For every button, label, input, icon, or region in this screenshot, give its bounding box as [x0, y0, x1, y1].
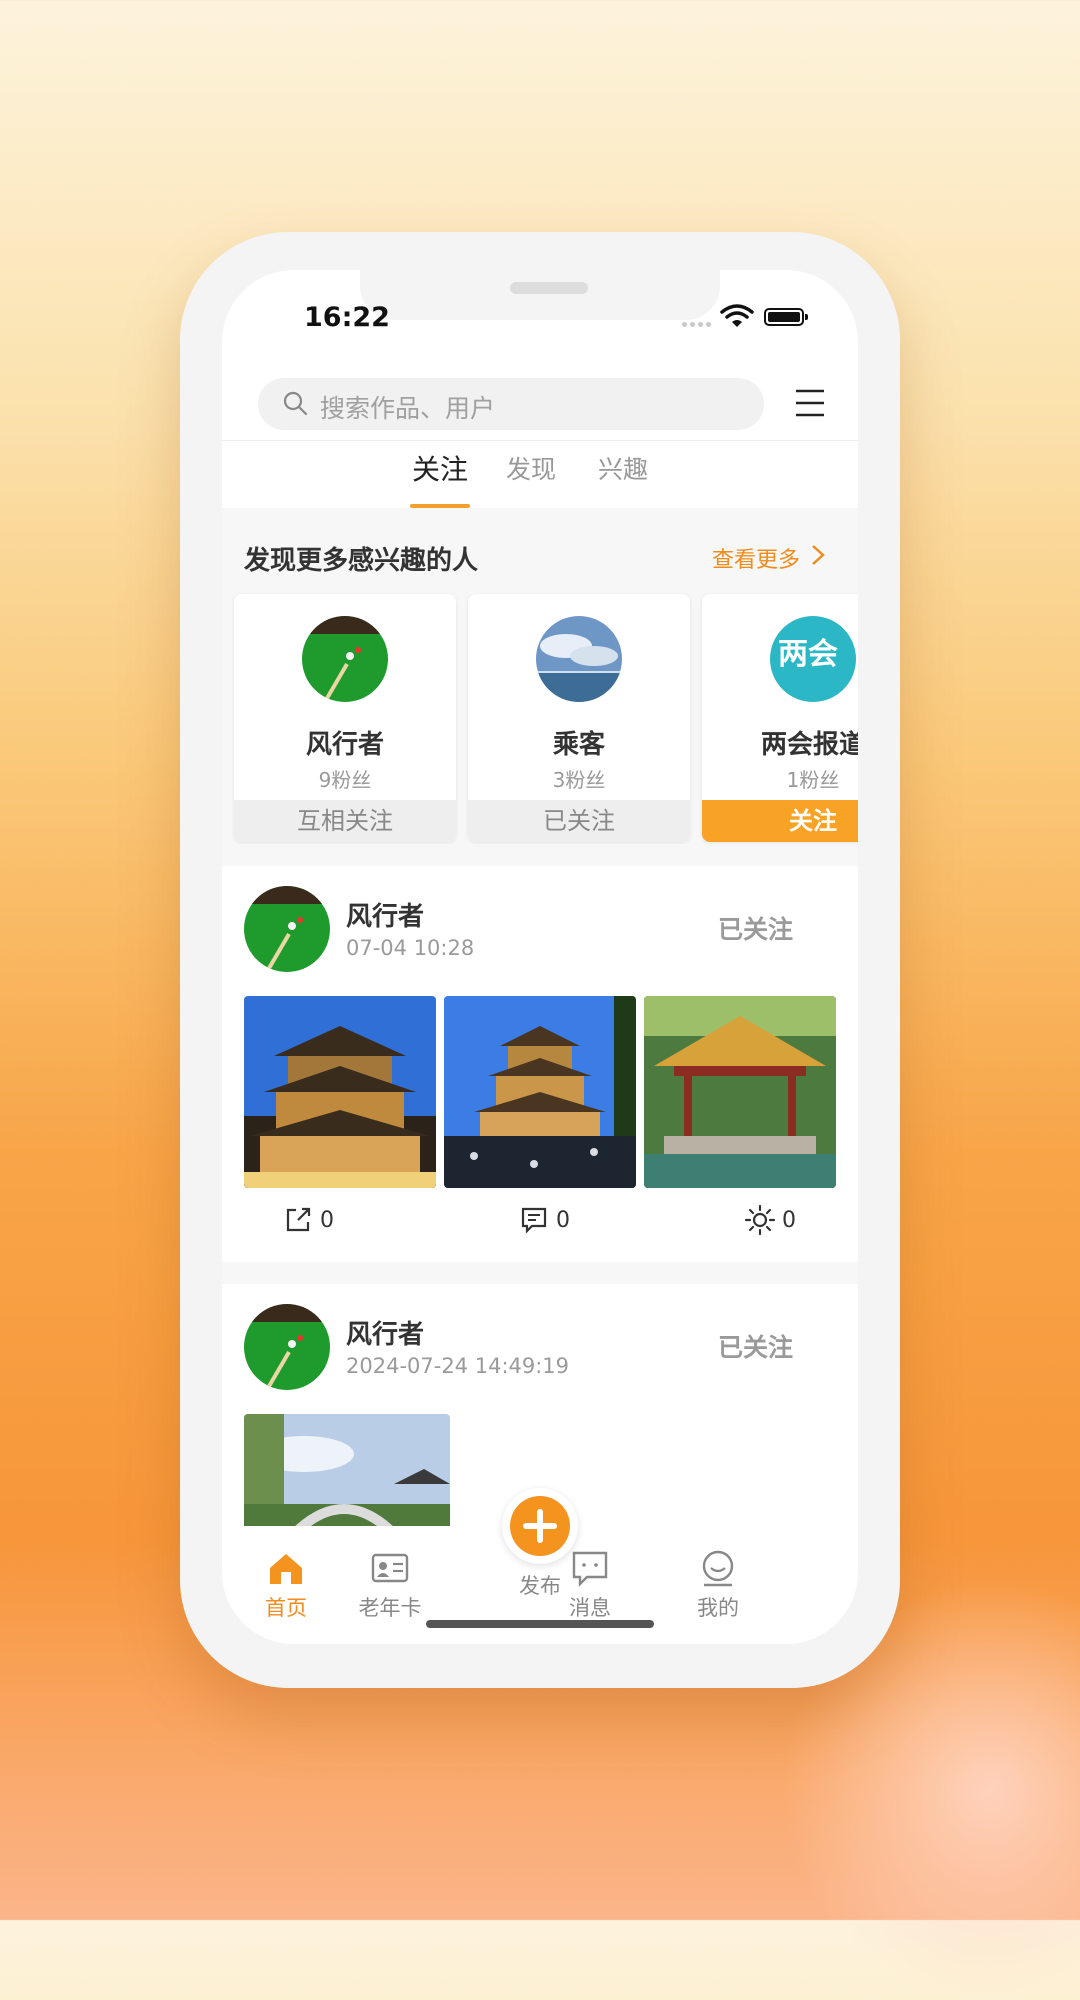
fans-count: 3粉丝 — [552, 768, 606, 792]
followed-button[interactable]: 已关注 — [718, 1328, 793, 1364]
share-stat[interactable]: 0 — [282, 1204, 334, 1236]
user-name: 两会报道 — [760, 730, 858, 760]
tabs-divider — [222, 440, 858, 441]
battery-icon — [764, 308, 808, 326]
view-more-link[interactable]: 查看更多 — [712, 542, 800, 574]
post-author[interactable]: 风行者 — [346, 1314, 424, 1351]
comment-stat[interactable]: 0 — [518, 1204, 570, 1236]
post-image[interactable] — [244, 996, 436, 1188]
app-screen: 16:22 搜索作品、用户 关注 发现 兴趣 发现更多感兴趣的人 查看更多 风行… — [222, 270, 858, 1644]
recommend-users-section: 发现更多感兴趣的人 查看更多 风行者 9粉丝 互相关注 乘客 3粉丝 已关注 两… — [222, 508, 858, 844]
avatar[interactable] — [536, 616, 622, 702]
id-card-icon — [371, 1553, 409, 1583]
avatar[interactable]: 两会 — [770, 616, 856, 702]
avatar[interactable] — [302, 616, 388, 702]
followed-button[interactable]: 已关注 — [468, 800, 690, 842]
like-stat[interactable]: 0 — [744, 1204, 796, 1236]
search-input[interactable]: 搜索作品、用户 — [258, 378, 764, 430]
post-image[interactable] — [644, 996, 836, 1188]
svg-text:两会: 两会 — [778, 637, 838, 672]
menu-icon[interactable] — [794, 388, 826, 418]
post-author[interactable]: 风行者 — [346, 896, 424, 933]
post-image[interactable] — [444, 996, 636, 1188]
recommend-title: 发现更多感兴趣的人 — [244, 546, 479, 576]
tab-mine-label: 我的 — [697, 1596, 739, 1620]
comment-icon — [521, 1207, 547, 1234]
signal-icon — [682, 322, 712, 328]
search-placeholder: 搜索作品、用户 — [320, 394, 496, 423]
feed-separator — [222, 1262, 858, 1284]
feed-separator — [222, 844, 858, 866]
tab-following[interactable]: 关注 — [412, 448, 468, 488]
avatar[interactable] — [244, 886, 330, 972]
follow-button[interactable]: 关注 — [702, 800, 858, 842]
recommend-user-card[interactable]: 两会 两会报道 1粉丝 关注 — [702, 594, 858, 842]
followed-button[interactable]: 已关注 — [718, 910, 793, 946]
mutual-follow-button[interactable]: 互相关注 — [234, 800, 456, 842]
notch — [360, 270, 720, 320]
home-icon — [270, 1554, 302, 1584]
chevron-right-icon[interactable] — [810, 544, 826, 566]
user-name: 乘客 — [552, 730, 605, 760]
tab-discover[interactable]: 发现 — [506, 450, 556, 486]
avatar[interactable] — [244, 1304, 330, 1390]
fans-count: 9粉丝 — [318, 768, 372, 792]
search-icon — [283, 391, 308, 416]
phone-frame: 16:22 搜索作品、用户 关注 发现 兴趣 发现更多感兴趣的人 查看更多 风行… — [180, 232, 900, 1688]
post-time: 2024-07-24 14:49:19 — [346, 1354, 570, 1378]
tab-interests[interactable]: 兴趣 — [598, 450, 648, 486]
tab-home-label: 首页 — [265, 1596, 307, 1620]
feed-post[interactable]: 风行者 07-04 10:28 已关注 0 0 0 — [222, 866, 858, 1236]
tab-mine[interactable]: 我的 — [668, 1548, 768, 1622]
status-time: 16:22 — [304, 302, 390, 333]
tab-senior-card-label: 老年卡 — [358, 1596, 422, 1620]
sun-icon — [744, 1204, 776, 1236]
profile-icon — [702, 1550, 734, 1587]
plus-icon — [523, 1509, 557, 1543]
wifi-icon — [720, 304, 754, 327]
tab-senior-card[interactable]: 老年卡 — [340, 1548, 440, 1622]
recommend-user-card[interactable]: 风行者 9粉丝 互相关注 — [234, 594, 456, 842]
share-icon — [286, 1207, 311, 1232]
home-indicator[interactable] — [426, 1620, 654, 1628]
post-time: 07-04 10:28 — [346, 936, 475, 960]
publish-button[interactable] — [502, 1488, 578, 1564]
publish-label: 发布 — [519, 1574, 561, 1598]
comment-count: 0 — [556, 1207, 570, 1233]
fans-count: 1粉丝 — [786, 768, 840, 792]
like-count: 0 — [782, 1207, 796, 1233]
recommend-user-card[interactable]: 乘客 3粉丝 已关注 — [468, 594, 690, 842]
user-name: 风行者 — [305, 730, 384, 760]
share-count: 0 — [320, 1207, 334, 1233]
tab-home[interactable]: 首页 — [236, 1548, 336, 1622]
